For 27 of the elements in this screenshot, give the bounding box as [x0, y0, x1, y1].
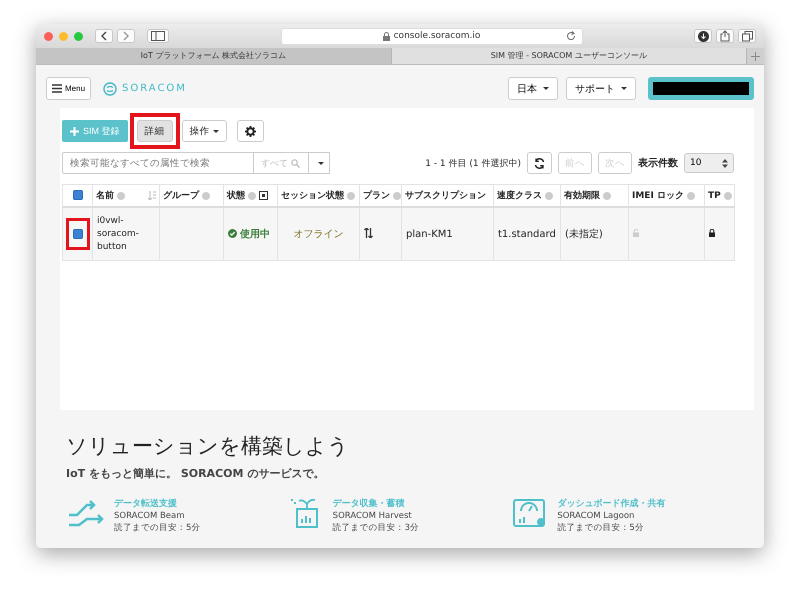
reading-time: 読了までの目安：5分 — [114, 522, 200, 534]
browser-tab[interactable]: IoT プラットフォーム 株式会社ソラコム — [36, 48, 392, 64]
page-size-label: 表示件数 — [638, 156, 678, 170]
status-text: 使用中 — [228, 226, 270, 241]
language-dropdown[interactable]: 日本 — [508, 77, 558, 100]
product-name: SORACOM Lagoon — [557, 511, 636, 521]
address-bar[interactable]: console.soracom.io — [280, 28, 582, 44]
table-cell: plan-KM1 — [406, 228, 453, 240]
session-status: オフライン — [294, 229, 344, 240]
reading-time: 読了までの目安：3分 — [332, 522, 420, 534]
table-cell: t1.standard — [498, 228, 556, 240]
actions-dropdown[interactable]: 操作 — [182, 120, 227, 142]
table-cell: (未指定) — [565, 229, 603, 240]
menu-button[interactable]: Menu — [46, 77, 92, 100]
url-text: console.soracom.io — [394, 31, 480, 41]
section-title: ソリューションを構築しよう — [66, 433, 350, 460]
search-field[interactable]: 検索可能なすべての属性で検索 — [62, 152, 254, 174]
result-summary: 1 - 1 件目 (1 件選択中) — [425, 158, 521, 170]
product-name: SORACOM Harvest — [332, 511, 413, 521]
support-dropdown[interactable]: サポート — [566, 77, 636, 100]
section-subtitle: IoT をもっと簡単に。 SORACOM のサービスで。 — [66, 466, 326, 481]
browser-tab[interactable]: SIM 管理 - SORACOM ユーザーコンソール — [392, 48, 747, 64]
reading-time: 読了までの目安：5分 — [557, 522, 645, 534]
product-name: SORACOM Beam — [114, 511, 186, 521]
details-button[interactable]: 詳細 — [136, 120, 173, 142]
page-size-select[interactable]: 10 — [684, 153, 734, 173]
logo-text: SORACOM — [122, 83, 187, 94]
